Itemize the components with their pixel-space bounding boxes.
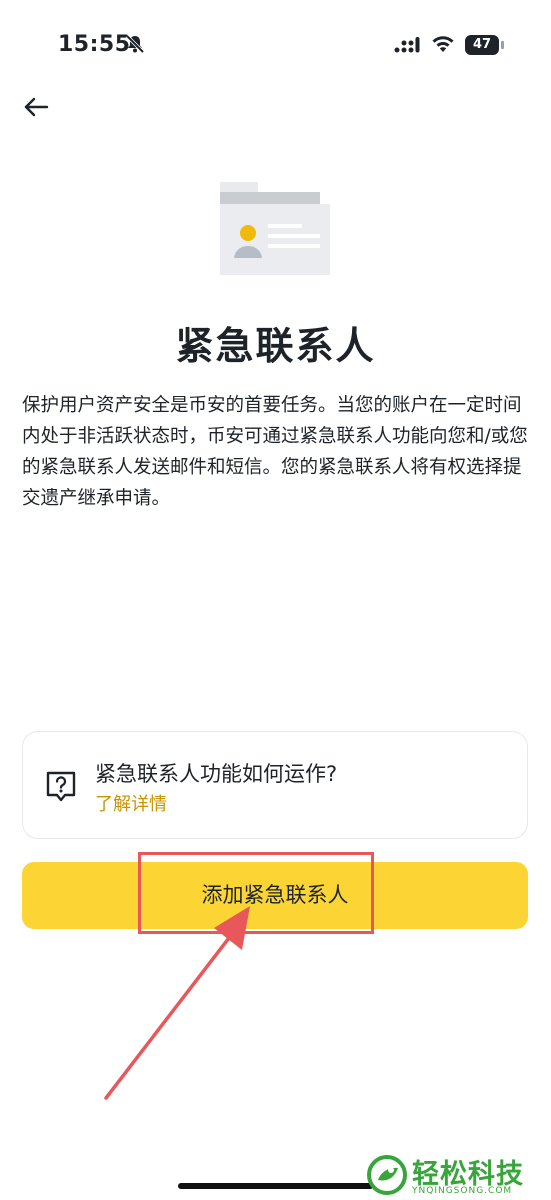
bell-muted-icon [125,34,145,54]
page-title: 紧急联系人 [175,324,376,368]
status-bar: 15:55 47 [0,0,551,90]
battery-level: 47 [465,35,499,55]
cellular-signal-icon [394,37,420,53]
learn-more-link[interactable]: 了解详情 [95,790,167,816]
how-it-works-title: 紧急联系人功能如何运作? [95,762,338,786]
contact-card-illustration [220,182,330,275]
wifi-icon [432,36,454,52]
battery-tip [501,41,504,49]
page-description: 保护用户资产安全是币安的首要任务。当您的账户在一定时间内处于非活跃状态时，币安可… [22,395,528,509]
back-arrow-icon[interactable] [20,92,54,122]
watermark-subtext: YNQINGSONG.COM [412,1186,513,1196]
watermark: 轻松科技 YNQINGSONG.COM [364,1150,551,1200]
how-it-works-card[interactable]: 紧急联系人功能如何运作? 了解详情 [22,731,528,839]
add-emergency-contact-button[interactable]: 添加紧急联系人 [22,862,528,929]
question-bubble-icon [46,771,76,802]
status-time: 15:55 [58,32,131,57]
battery-indicator: 47 [465,35,505,55]
home-indicator [178,1183,373,1189]
watermark-logo-icon [367,1155,407,1195]
